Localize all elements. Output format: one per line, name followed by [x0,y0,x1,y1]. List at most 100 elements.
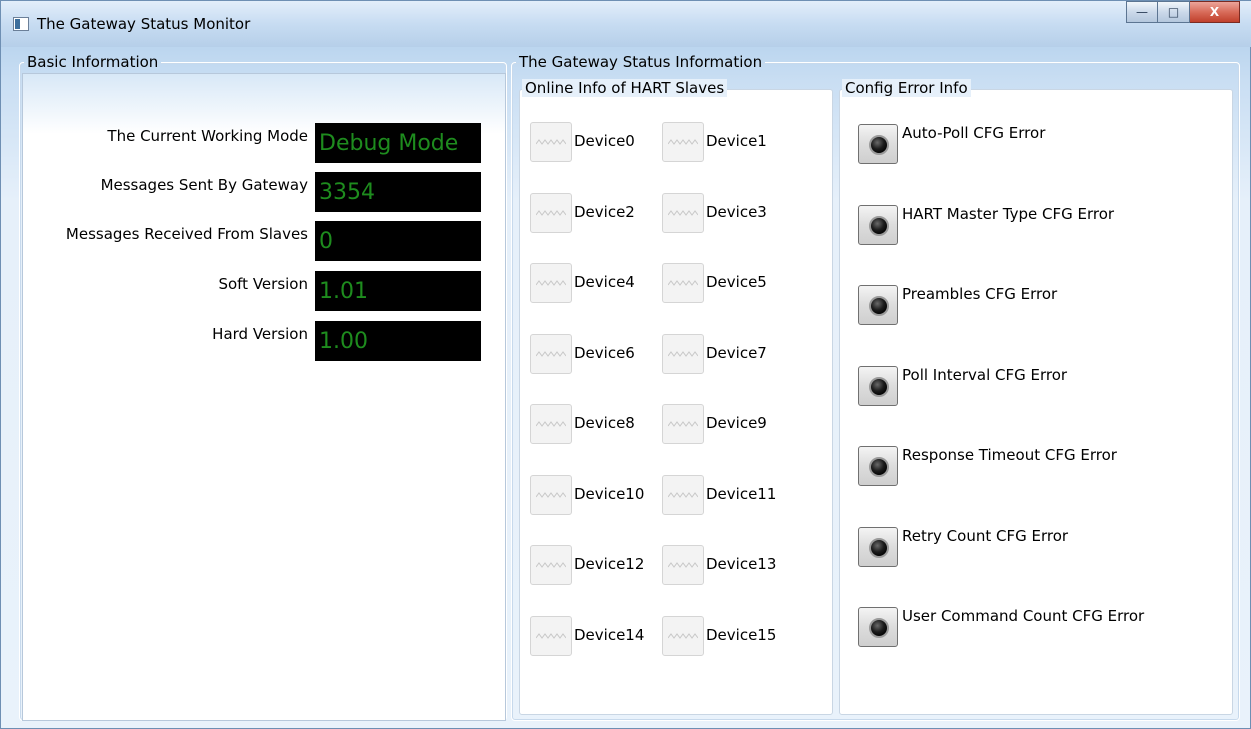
error-indicator-button[interactable] [858,607,898,647]
led-icon [869,215,889,236]
led-icon [869,537,889,558]
device-item: Device4 [530,263,660,305]
messages-sent-label: Messages Sent By Gateway [100,176,308,194]
device-status-indicator[interactable] [662,404,704,444]
device-status-indicator[interactable] [530,192,572,233]
messages-received-row: Messages Received From Slaves 0 [23,221,483,263]
device-label: Device10 [574,484,645,503]
config-error-label: Auto-Poll CFG Error [902,124,1046,142]
minimize-button[interactable]: — [1126,1,1158,23]
online-info-legend: Online Info of HART Slaves [522,79,728,97]
error-indicator-button[interactable] [858,446,898,486]
device-status-indicator[interactable] [530,263,572,303]
device-status-indicator[interactable] [662,474,704,515]
config-error-item: User Command Count CFG Error [858,607,1238,653]
error-indicator-button[interactable] [858,124,898,164]
device-label: Device5 [706,273,767,291]
led-icon [869,618,889,638]
soft-version-label: Soft Version [218,275,308,293]
waveform-icon [668,139,698,145]
device-item: Device15 [662,615,792,658]
device-item: Device8 [530,404,660,446]
config-error-label: HART Master Type CFG Error [902,204,1115,223]
app-window: The Gateway Status Monitor — □ X Basic I… [0,0,1251,729]
device-item: Device14 [530,615,660,658]
device-label: Device8 [574,414,635,432]
window-title: The Gateway Status Monitor [37,15,251,33]
messages-received-value: 0 [315,221,481,261]
device-label: Device3 [706,202,767,221]
device-item: Device9 [662,404,792,446]
basic-information-legend: Basic Information [27,53,159,71]
error-indicator-button[interactable] [858,285,898,325]
soft-version-value: 1.01 [315,271,481,311]
error-indicator-button[interactable] [858,526,898,567]
device-status-indicator[interactable] [662,615,704,656]
device-status-indicator[interactable] [662,192,704,233]
device-item: Device5 [662,263,792,305]
device-item: Device12 [530,545,660,587]
error-indicator-button[interactable] [858,365,898,406]
config-error-item: Poll Interval CFG Error [858,365,1238,412]
config-error-item: Auto-Poll CFG Error [858,124,1238,170]
config-error-label: Retry Count CFG Error [902,526,1069,545]
device-item: Device3 [662,192,792,235]
device-label: Device15 [706,625,777,644]
device-status-indicator[interactable] [530,615,572,656]
device-label: Device14 [574,625,645,644]
config-error-item: Response Timeout CFG Error [858,446,1238,492]
waveform-icon [668,421,698,427]
led-icon [869,135,889,155]
config-error-label: User Command Count CFG Error [902,607,1145,625]
messages-sent-row: Messages Sent By Gateway 3354 [23,172,483,214]
title-bar[interactable]: The Gateway Status Monitor — □ X [1,1,1251,47]
device-label: Device0 [574,132,635,150]
device-label: Device1 [706,132,767,150]
device-status-indicator[interactable] [662,333,704,374]
working-mode-label: The Current Working Mode [107,127,308,145]
device-label: Device4 [574,273,635,291]
device-status-indicator[interactable] [530,404,572,444]
device-status-indicator[interactable] [662,263,704,303]
config-error-item: HART Master Type CFG Error [858,204,1238,251]
device-status-indicator[interactable] [530,545,572,585]
app-icon[interactable] [13,17,29,31]
close-icon: X [1209,5,1220,19]
config-error-legend: Config Error Info [842,79,971,97]
waveform-icon [536,421,566,427]
window-controls: — □ X [1126,1,1240,23]
device-status-indicator[interactable] [530,122,572,162]
maximize-button[interactable]: □ [1158,1,1190,23]
config-error-label: Poll Interval CFG Error [902,365,1068,384]
waveform-icon [668,209,698,216]
hard-version-value: 1.00 [315,321,481,361]
working-mode-row: The Current Working Mode Debug Mode [23,123,483,165]
device-item: Device0 [530,122,660,164]
device-status-indicator[interactable] [530,474,572,515]
device-item: Device10 [530,474,660,517]
basic-information-panel: The Current Working Mode Debug Mode Mess… [22,73,506,721]
waveform-icon [536,139,566,145]
waveform-icon [668,491,698,498]
config-error-item: Retry Count CFG Error [858,526,1238,573]
waveform-icon [668,280,698,286]
waveform-icon [668,350,698,357]
config-error-item: Preambles CFG Error [858,285,1238,331]
config-error-label: Preambles CFG Error [902,285,1058,303]
waveform-icon [536,632,566,639]
device-status-indicator[interactable] [662,545,704,585]
device-label: Device12 [574,555,645,573]
waveform-icon [536,562,566,568]
error-indicator-button[interactable] [858,204,898,245]
close-button[interactable]: X [1190,1,1240,23]
waveform-icon [668,632,698,639]
device-label: Device7 [706,343,767,362]
working-mode-value: Debug Mode [315,123,481,163]
device-item: Device1 [662,122,792,164]
device-status-indicator[interactable] [662,122,704,162]
messages-received-label: Messages Received From Slaves [65,225,308,243]
device-item: Device7 [662,333,792,376]
device-status-indicator[interactable] [530,333,572,374]
device-label: Device11 [706,484,777,503]
waveform-icon [536,491,566,498]
